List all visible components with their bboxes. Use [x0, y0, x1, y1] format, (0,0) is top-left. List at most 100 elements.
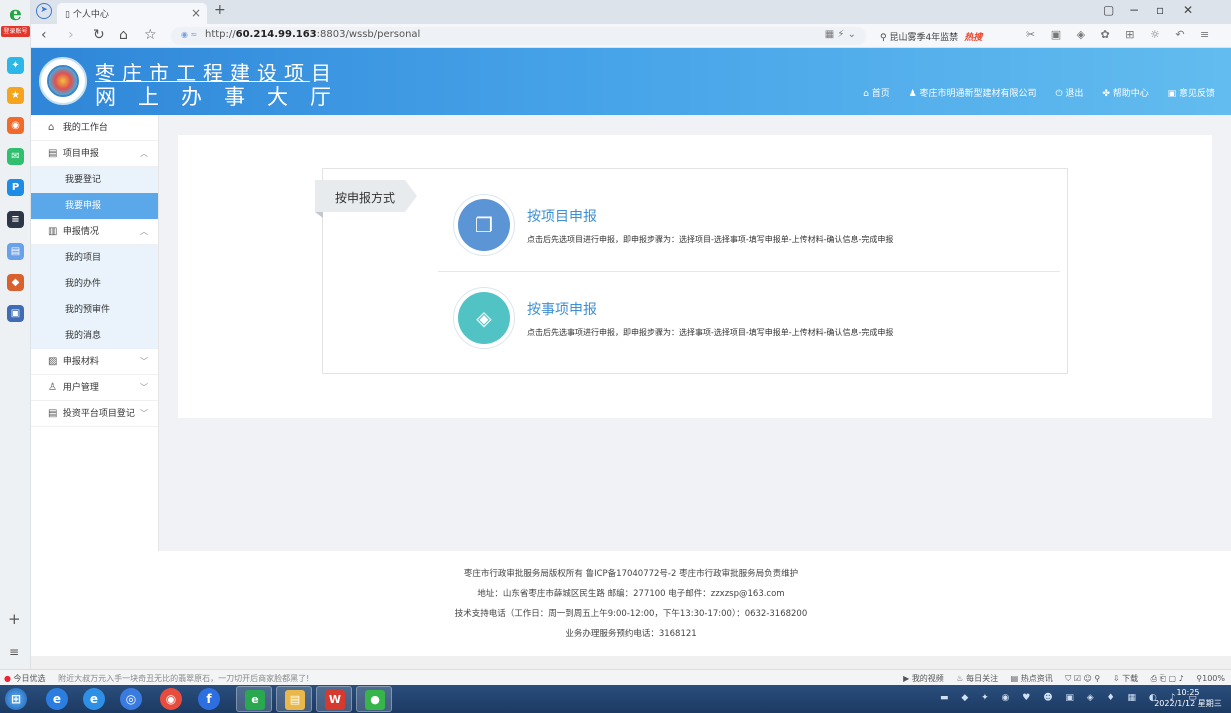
search-box[interactable]: ⚲ 昆山雾季4年监禁 热搜	[874, 27, 1019, 45]
document-icon: ▤	[48, 148, 58, 159]
news-ticker[interactable]: 附近大叔万元入手一块奇丑无比的翡翠原石，一刀切开后商家脸都黑了!	[58, 674, 309, 683]
zoom-level[interactable]: ⚲100%	[1196, 674, 1225, 683]
user-icon: ♟	[908, 89, 920, 99]
menu-register[interactable]: 我要登记	[31, 167, 158, 193]
navigation-arrow-icon[interactable]: ➤	[36, 3, 52, 19]
url-tools-icon[interactable]: ▦ ⚡ ⌄	[825, 29, 856, 40]
materials-icon: ▨	[48, 356, 58, 367]
user-icon: ♙	[48, 382, 57, 393]
login-account-tag[interactable]: 登录账号	[1, 26, 30, 37]
option-by-project[interactable]: ❐ 按项目申报 点击后先选项目进行申报，即申报步骤为：选择项目-选择事项-填写申…	[453, 194, 1053, 264]
menu-my-pretrial[interactable]: 我的预审件	[31, 297, 158, 323]
item-circle[interactable]: ◈	[453, 287, 515, 349]
wechat-icon: ●	[365, 690, 385, 710]
app-baidu-icon[interactable]: ◎	[120, 688, 142, 710]
game-app-icon[interactable]: ◆	[7, 274, 24, 291]
menu-invest-register[interactable]: ▤ 投资平台项目登记 ﹀	[31, 401, 158, 427]
close-window-icon[interactable]: ✕	[1183, 3, 1193, 17]
ie-icon[interactable]: e	[83, 688, 105, 710]
option-item-desc: 点击后先选事项进行申报，即申报步骤为：选择事项-选择项目-填写申报单-上传材料-…	[527, 328, 894, 337]
app-f-icon[interactable]: f	[198, 688, 220, 710]
nav-help[interactable]: ✤ 帮助中心	[1102, 89, 1148, 99]
my-videos[interactable]: ▶ 我的视频	[903, 674, 944, 683]
forward-icon[interactable]: ›	[68, 27, 74, 43]
option-by-item[interactable]: ◈ 按事项申报 点击后先选事项进行申报，即申报步骤为：选择事项-选择项目-填写申…	[453, 287, 1053, 357]
today-picks-icon: ●	[4, 674, 11, 683]
notes-icon[interactable]: ▤	[7, 243, 24, 260]
green-browser-icon: e	[245, 690, 265, 710]
sidebar-menu-icon[interactable]: ≡	[9, 645, 19, 659]
mail-icon[interactable]: ✉	[7, 148, 24, 165]
favorites-star-icon[interactable]: ★	[7, 87, 24, 104]
taskbar-browser-app[interactable]: e	[236, 686, 272, 712]
clock-date: 2022/1/12 星期三	[1154, 699, 1222, 708]
status-tools-icon[interactable]: ⛉ ☑ ☺ ⚲	[1065, 674, 1100, 683]
menu-user-mgmt[interactable]: ♙ 用户管理 ﹀	[31, 375, 158, 401]
game-app2-icon[interactable]: ▣	[7, 305, 24, 322]
os-taskbar: ⊞ e e ◎ ◉ f e ▤ W ● ▬ ◆ ✦ ◉ ♥ ☻ ▣ ◈ ♦ ▦ …	[0, 685, 1231, 713]
clock-time: 10:25	[1176, 688, 1200, 697]
documents-icon: ❐	[458, 199, 510, 251]
menu-materials[interactable]: ▨ 申报材料 ﹀	[31, 349, 158, 375]
chevron-down-icon: ﹀	[140, 383, 148, 392]
download-button[interactable]: ⇩ 下载	[1113, 674, 1138, 683]
nav-company[interactable]: ♟ 枣庄市明通新型建材有限公司	[909, 89, 1037, 99]
status-misc-icon[interactable]: ⎙ ⎗ ▢ ♪	[1151, 674, 1184, 683]
page-icon: ▯	[65, 10, 73, 20]
browser-e-icon[interactable]: e	[46, 688, 68, 710]
nav-home[interactable]: ⌂ 首页	[863, 89, 890, 99]
taskbar-wechat-app[interactable]: ●	[356, 686, 392, 712]
restore-icon[interactable]: ▫	[1156, 3, 1164, 17]
nav-logout[interactable]: ⏻ 退出	[1055, 89, 1083, 99]
new-tab-icon[interactable]: +	[214, 2, 226, 18]
hot-search-label: 热搜	[964, 33, 983, 43]
site-header: 枣庄市工程建设项目 网上办事大厅 ⌂ 首页 ♟ 枣庄市明通新型建材有限公司 ⏻ …	[31, 48, 1231, 115]
menu-declare[interactable]: 我要申报	[31, 193, 158, 219]
menu-my-messages[interactable]: 我的消息	[31, 323, 158, 349]
home-icon: ⌂	[863, 89, 872, 99]
menu-declare-status[interactable]: ▥ 申报情况 ︿	[31, 219, 158, 245]
address-toolbar: ‹ › ↻ ⌂ ☆ ◉ ≈ http://60.214.99.163:8803/…	[31, 24, 1231, 48]
back-icon[interactable]: ‹	[41, 27, 47, 43]
daily-focus[interactable]: ♨ 每日关注	[956, 674, 998, 683]
tab-bar: ➤ ▯ 个人中心 × + ▢ − ▫ ✕	[31, 0, 1231, 24]
menu-my-projects[interactable]: 我的项目	[31, 245, 158, 271]
option-item-title[interactable]: 按事项申报	[527, 299, 597, 319]
security-icon[interactable]: ◉ ≈	[181, 30, 197, 39]
add-sidebar-app-icon[interactable]: +	[8, 610, 21, 628]
today-picks-label[interactable]: 今日优选	[14, 674, 46, 683]
news-app-icon[interactable]: ≡	[7, 211, 24, 228]
menu-project-declare[interactable]: ▤ 项目申报 ︿	[31, 141, 158, 167]
taskbar-clock[interactable]: 10:25 2022/1/12 星期三	[1153, 687, 1223, 709]
reload-icon[interactable]: ↻	[93, 27, 105, 43]
menu-workbench[interactable]: ⌂ 我的工作台	[31, 115, 158, 141]
chrome-icon[interactable]: ◉	[160, 688, 182, 710]
minimize-icon[interactable]: −	[1129, 3, 1139, 17]
url-input[interactable]: ◉ ≈ http://60.214.99.163:8803/wssb/perso…	[171, 27, 866, 45]
url-path: :8803/wssb/personal	[316, 29, 421, 40]
browser-logo-icon[interactable]: e	[5, 3, 26, 25]
screen: e 登录账号 ✦ ★ ◉ ✉ P ≡ ▤ ◆ ▣ + ≡ ➤ ▯ 个人中心 × …	[0, 0, 1231, 713]
nav-feedback[interactable]: ▣ 意见反馈	[1168, 89, 1215, 99]
window-skin-icon[interactable]: ▢	[1103, 3, 1114, 17]
home-icon[interactable]: ⌂	[119, 27, 128, 43]
toolbar-icons[interactable]: ✂ ▣ ◈ ✿ ⊞ ☼ ↶ ≡	[1026, 28, 1215, 41]
hot-news[interactable]: ▤ 热点资讯	[1011, 674, 1053, 683]
app-p-icon[interactable]: P	[7, 179, 24, 196]
wps-icon: W	[325, 690, 345, 710]
weibo-icon[interactable]: ◉	[7, 117, 24, 134]
start-button-icon[interactable]: ⊞	[5, 688, 27, 710]
footer-support-phone: 技术支持电话（工作日：周一到周五上午9:00-12:00，下午13:30-17:…	[454, 609, 808, 619]
tab-personal-center[interactable]: ▯ 个人中心 ×	[57, 3, 207, 24]
taskbar-folder-app[interactable]: ▤	[276, 686, 312, 712]
feedback-icon: ▣	[1167, 89, 1179, 99]
project-circle[interactable]: ❐	[453, 194, 515, 256]
option-project-desc: 点击后先选项目进行申报，即申报步骤为：选择项目-选择事项-填写申报单-上传材料-…	[527, 235, 894, 244]
menu-my-tasks[interactable]: 我的办件	[31, 271, 158, 297]
bookmark-star-icon[interactable]: ☆	[144, 27, 157, 43]
taskbar-wps-app[interactable]: W	[316, 686, 352, 712]
option-project-title[interactable]: 按项目申报	[527, 206, 597, 226]
ai-assistant-icon[interactable]: ✦	[7, 57, 24, 74]
close-tab-icon[interactable]: ×	[191, 6, 201, 20]
site-title-line2: 网上办事大厅	[95, 85, 353, 109]
